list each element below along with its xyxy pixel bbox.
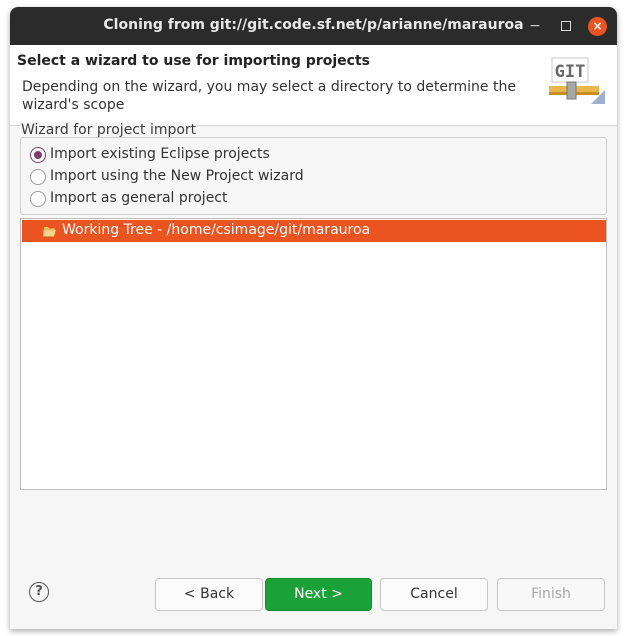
git-logo-text: GIT — [555, 62, 586, 82]
maximize-icon[interactable] — [561, 21, 571, 31]
page-title: Select a wizard to use for importing pro… — [17, 53, 370, 69]
radio-label-import-existing[interactable]: Import existing Eclipse projects — [50, 146, 270, 162]
project-tree[interactable]: Working Tree - /home/csimage/git/marauro… — [20, 218, 607, 490]
radio-import-general[interactable] — [30, 191, 46, 207]
title-bar[interactable]: Cloning from git://git.code.sf.net/p/ari… — [10, 7, 617, 45]
tree-item-working-tree[interactable]: Working Tree - /home/csimage/git/marauro… — [22, 220, 606, 242]
next-button[interactable]: Next > — [265, 578, 372, 611]
page-description: Depending on the wizard, you may select … — [22, 79, 516, 113]
radio-import-existing[interactable] — [30, 147, 46, 163]
back-button[interactable]: < Back — [155, 578, 263, 611]
git-logo-icon: GIT — [549, 57, 605, 104]
folder-open-icon — [43, 227, 57, 237]
minimize-icon[interactable]: − — [527, 18, 543, 34]
radio-label-import-general[interactable]: Import as general project — [50, 190, 228, 206]
finish-button[interactable]: Finish — [497, 578, 605, 611]
tree-item-label: Working Tree - /home/csimage/git/marauro… — [62, 222, 371, 238]
import-wizard-dialog: Cloning from git://git.code.sf.net/p/ari… — [10, 7, 617, 629]
close-icon[interactable]: × — [588, 17, 607, 36]
help-icon[interactable]: ? — [29, 582, 49, 602]
radio-label-import-new-project[interactable]: Import using the New Project wizard — [50, 168, 304, 184]
wizard-group-label: Wizard for project import — [20, 122, 198, 138]
radio-import-new-project[interactable] — [30, 169, 46, 185]
cancel-button[interactable]: Cancel — [380, 578, 488, 611]
window-title: Cloning from git://git.code.sf.net/p/ari… — [103, 17, 524, 33]
wizard-header: Select a wizard to use for importing pro… — [10, 45, 617, 126]
